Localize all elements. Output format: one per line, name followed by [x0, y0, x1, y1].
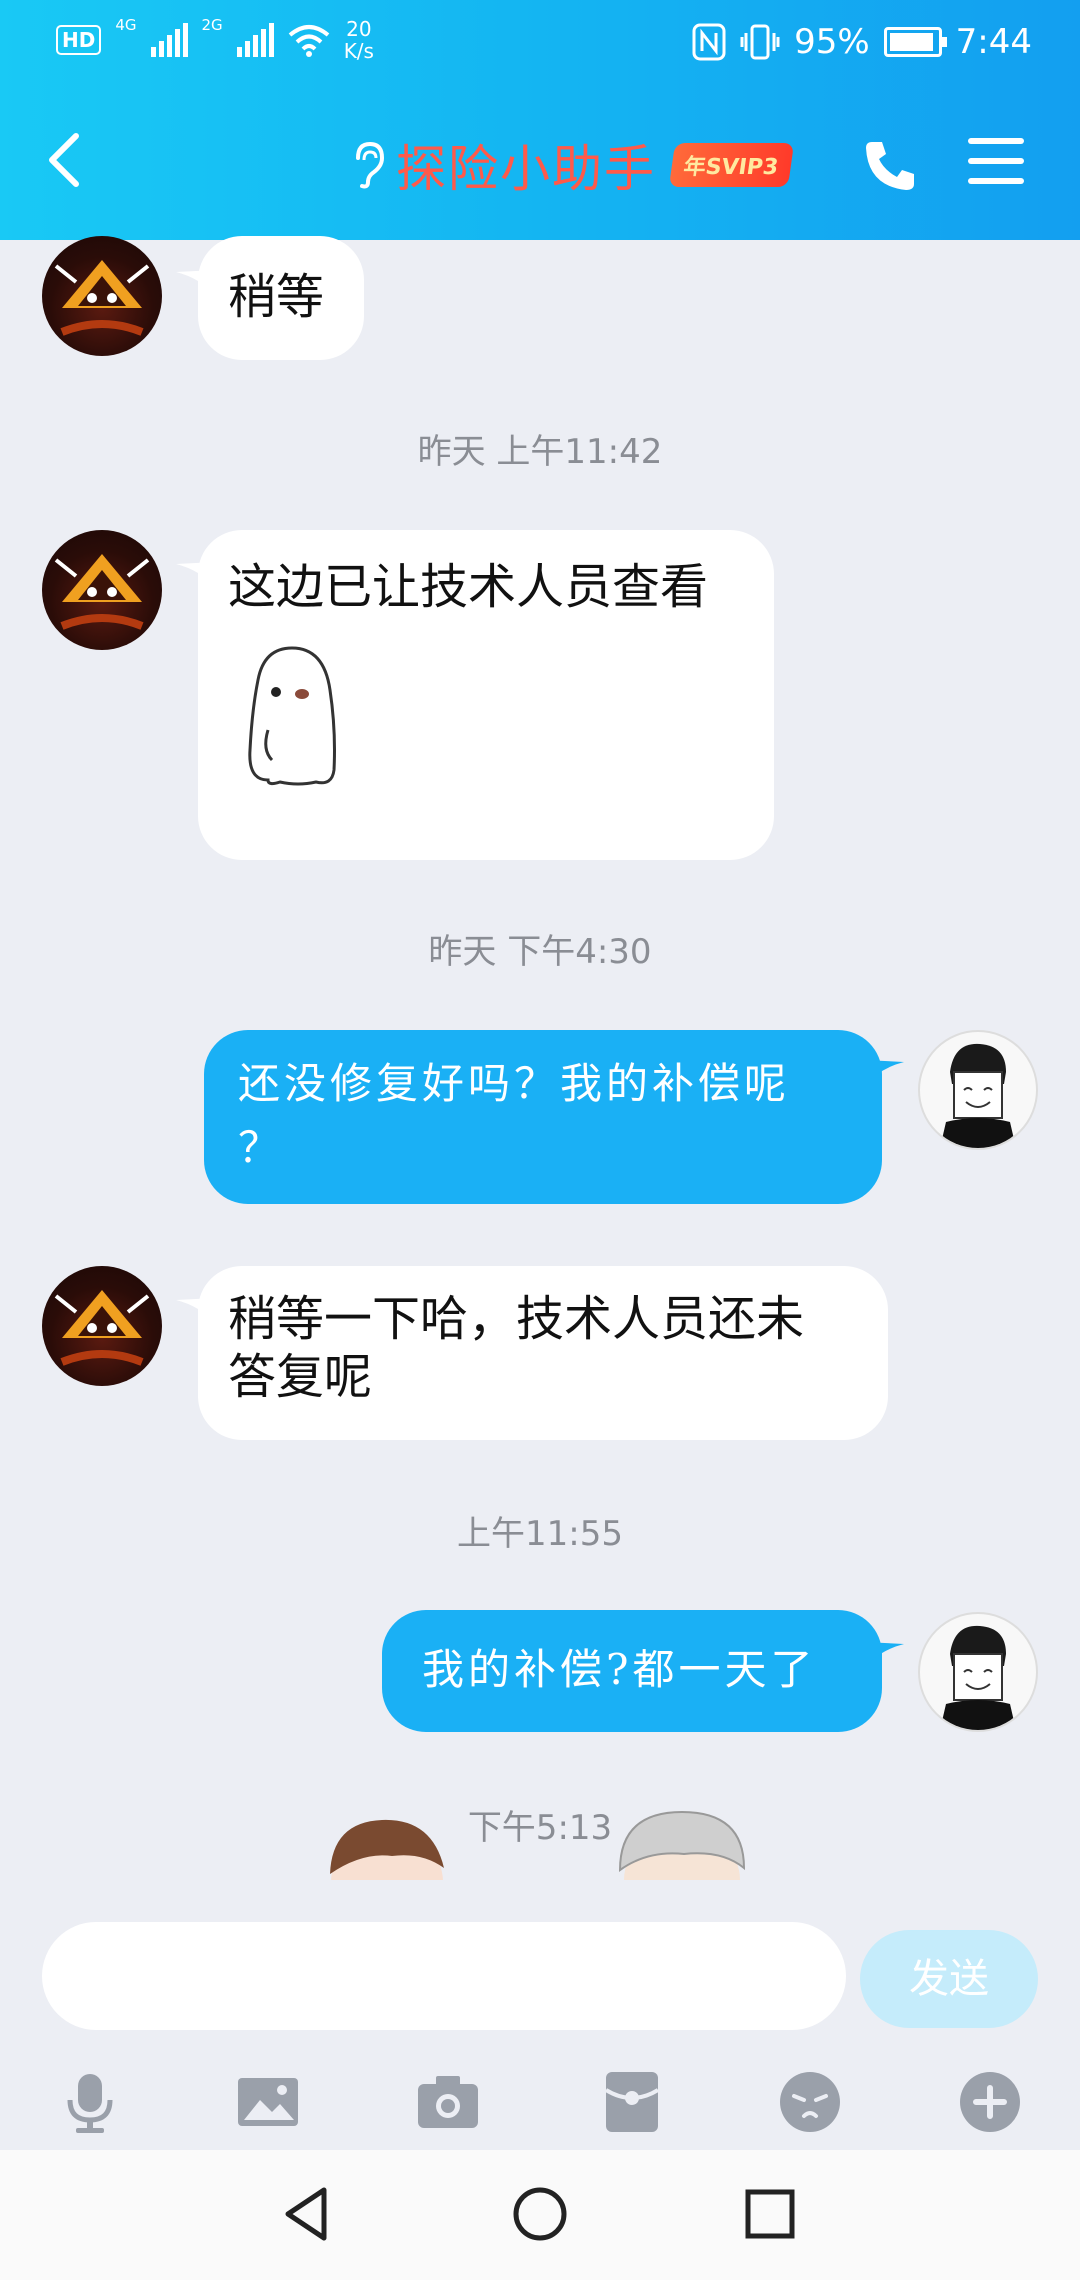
my-avatar[interactable]: [918, 1612, 1038, 1732]
back-triangle-icon[interactable]: [278, 2184, 338, 2244]
wifi-icon: [288, 25, 329, 57]
nfc-icon: [692, 23, 726, 61]
bot-avatar[interactable]: [42, 530, 162, 650]
message-input[interactable]: [42, 1922, 846, 2030]
chat-header: HD 4G 2G 20 K/s 95% 7:44 探险小助手 年SVIP3: [0, 0, 1080, 240]
input-area: 发送: [0, 1880, 1080, 2150]
emoji-icon[interactable]: [778, 2070, 842, 2134]
bot-avatar-image: [54, 554, 150, 630]
message-text-line: 还没修复好吗？我的补偿呢: [238, 1059, 791, 1108]
message-text-line: 答复呢: [228, 1349, 373, 1405]
bubble-tail: [864, 1060, 904, 1086]
timestamp: 上午11:55: [457, 1514, 623, 1554]
back-arrow-icon[interactable]: [44, 130, 84, 190]
mic-icon[interactable]: [58, 2070, 122, 2134]
phone-icon[interactable]: [860, 136, 920, 196]
my-avatar-image: [940, 1043, 1016, 1148]
home-circle-icon[interactable]: [510, 2184, 570, 2244]
input-toolbar: [0, 2050, 1080, 2150]
menu-icon[interactable]: [968, 138, 1024, 188]
ghost-sticker[interactable]: [228, 630, 358, 800]
timestamp: 下午5:13: [467, 1808, 613, 1848]
recent-square-icon[interactable]: [740, 2184, 800, 2244]
my-avatar[interactable]: [918, 1030, 1038, 1150]
network-speed: 20 K/s: [343, 17, 374, 63]
message-text-line: 稍等一下哈，技术人员还未: [228, 1291, 805, 1347]
vibrate-icon: [740, 24, 780, 60]
system-nav-bar: [0, 2150, 1080, 2280]
ear-icon: [356, 141, 385, 189]
camera-icon[interactable]: [416, 2070, 480, 2134]
bot-avatar[interactable]: [42, 1266, 162, 1386]
status-bar: HD 4G 2G 20 K/s 95% 7:44: [0, 0, 1080, 92]
timestamp: 昨天 上午11:42: [417, 432, 663, 472]
bot-avatar-image: [54, 260, 150, 336]
send-button[interactable]: 发送: [860, 1930, 1038, 2028]
message-text-line: ？: [238, 1123, 285, 1172]
bot-avatar-image: [54, 1290, 150, 1366]
title-area[interactable]: 探险小助手 年SVIP3: [350, 130, 794, 200]
message-text: 这边已让技术人员查看: [228, 559, 709, 615]
svip-badge: 年SVIP3: [668, 143, 794, 187]
message-bubble[interactable]: 稍等: [198, 236, 364, 360]
message-bubble[interactable]: 这边已让技术人员查看: [198, 530, 774, 860]
message-bubble[interactable]: 稍等一下哈，技术人员还未 答复呢: [198, 1266, 888, 1440]
red-packet-icon[interactable]: [600, 2070, 664, 2134]
plus-icon[interactable]: [958, 2070, 1022, 2134]
bubble-tail: [864, 1642, 904, 1668]
hd-indicator: HD: [56, 25, 102, 55]
network-type-2: 2G: [201, 16, 223, 34]
clock: 7:44: [955, 22, 1032, 62]
signal-icon-2: [236, 23, 274, 57]
network-type-1: 4G: [115, 16, 137, 34]
message-bubble[interactable]: 我的补偿?都一天了: [382, 1610, 882, 1732]
my-avatar-image: [940, 1625, 1016, 1730]
message-text: 我的补偿?都一天了: [422, 1645, 817, 1694]
chat-title: 探险小助手: [396, 140, 656, 198]
timestamp: 昨天 下午4:30: [428, 932, 652, 972]
signal-icon: [150, 23, 188, 57]
bot-avatar[interactable]: [42, 236, 162, 356]
image-icon[interactable]: [236, 2070, 300, 2134]
message-bubble[interactable]: 还没修复好吗？我的补偿呢 ？: [204, 1030, 882, 1204]
battery-icon: [883, 27, 947, 57]
battery-percent: 95%: [794, 22, 870, 62]
message-text: 稍等: [228, 269, 325, 325]
